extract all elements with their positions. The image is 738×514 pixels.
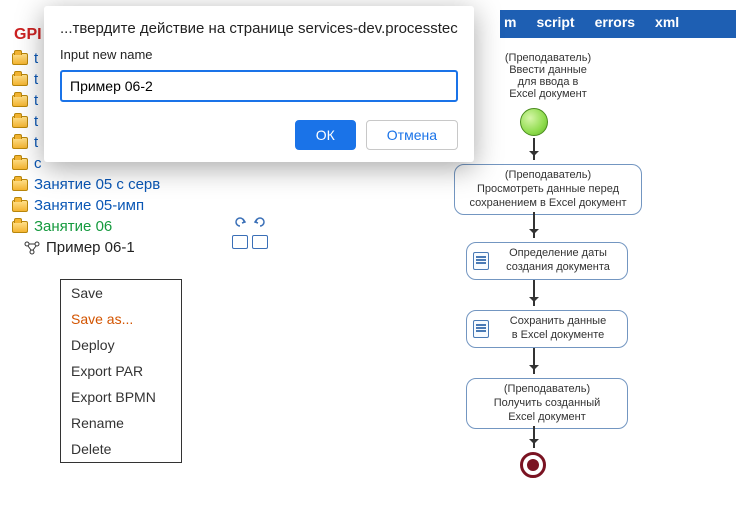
node-text: для ввода в bbox=[478, 76, 618, 88]
node-text: в Excel документе bbox=[495, 329, 621, 343]
folder-icon bbox=[12, 116, 28, 128]
role-label: (Преподаватель) bbox=[478, 52, 618, 64]
node-text: Excel документ bbox=[478, 88, 618, 100]
role-label: (Преподаватель) bbox=[473, 383, 621, 397]
ctx-save[interactable]: Save bbox=[61, 280, 181, 306]
redo-icon[interactable] bbox=[252, 215, 268, 229]
tree-item-label: Занятие 06 bbox=[34, 218, 112, 235]
ctx-export-par[interactable]: Export PAR bbox=[61, 358, 181, 384]
node-text: Получить созданный bbox=[473, 397, 621, 411]
folder-icon bbox=[12, 200, 28, 212]
context-menu: Save Save as... Deploy Export PAR Export… bbox=[60, 279, 182, 463]
tree-item-current-folder[interactable]: Занятие 06 bbox=[6, 216, 216, 237]
node-text: Ввести данные bbox=[478, 64, 618, 76]
tree-item-label: t bbox=[34, 92, 38, 109]
tree-item[interactable]: Занятие 05 с серв bbox=[6, 174, 216, 195]
dialog-buttons: ОК Отмена bbox=[60, 120, 458, 150]
node-define-date[interactable]: Определение даты создания документа bbox=[466, 242, 628, 280]
tree-item-label: t bbox=[34, 134, 38, 151]
name-input[interactable] bbox=[60, 70, 458, 102]
undo-icon[interactable] bbox=[232, 215, 248, 229]
node-text: сохранением в Excel документ bbox=[461, 197, 635, 211]
node-text: Сохранить данные bbox=[495, 315, 621, 329]
tab-xml[interactable]: xml bbox=[645, 10, 689, 38]
role-label: (Преподаватель) bbox=[461, 169, 635, 183]
list-icon[interactable] bbox=[252, 235, 268, 249]
folder-icon bbox=[12, 137, 28, 149]
dialog-label: Input new name bbox=[60, 47, 458, 62]
tab-errors[interactable]: errors bbox=[585, 10, 645, 38]
flow-arrow bbox=[533, 426, 535, 448]
tab-partial[interactable]: m bbox=[500, 10, 526, 38]
flow-arrow bbox=[533, 348, 535, 374]
tree-item[interactable]: Занятие 05-имп bbox=[6, 195, 216, 216]
flow-arrow bbox=[533, 138, 535, 160]
folder-icon bbox=[12, 158, 28, 170]
ok-button[interactable]: ОК bbox=[295, 120, 356, 150]
ctx-deploy[interactable]: Deploy bbox=[61, 332, 181, 358]
tab-script[interactable]: script bbox=[526, 10, 584, 38]
dialog-title: ...твердите действие на странице service… bbox=[60, 20, 458, 37]
node-text: Excel документ bbox=[473, 411, 621, 425]
ctx-delete[interactable]: Delete bbox=[61, 436, 181, 462]
flow-arrow bbox=[533, 280, 535, 306]
tree-item-label: Занятие 05-имп bbox=[34, 197, 144, 214]
tree-item-label: Пример 06-1 bbox=[46, 239, 135, 256]
grid-icon[interactable] bbox=[232, 235, 248, 249]
folder-icon bbox=[12, 74, 28, 86]
tree-item-label: c bbox=[34, 155, 42, 172]
folder-icon bbox=[12, 179, 28, 191]
tree-item-label: t bbox=[34, 71, 38, 88]
start-event-icon[interactable] bbox=[520, 108, 548, 136]
tree-item-process[interactable]: Пример 06-1 bbox=[6, 237, 216, 258]
script-icon bbox=[473, 320, 489, 338]
folder-icon bbox=[12, 221, 28, 233]
node-text: Просмотреть данные перед bbox=[461, 183, 635, 197]
top-tabs: m script errors xml bbox=[500, 10, 736, 38]
ctx-export-bpmn[interactable]: Export BPMN bbox=[61, 384, 181, 410]
tree-item-label: t bbox=[34, 50, 38, 67]
process-icon bbox=[24, 241, 40, 255]
node-text: Определение даты bbox=[495, 247, 621, 261]
node-save-data[interactable]: Сохранить данные в Excel документе bbox=[466, 310, 628, 348]
node-get-document[interactable]: (Преподаватель) Получить созданный Excel… bbox=[466, 378, 628, 429]
node-input-data[interactable]: (Преподаватель) Ввести данные для ввода … bbox=[478, 52, 618, 100]
flow-arrow bbox=[533, 212, 535, 238]
end-event-icon[interactable] bbox=[520, 452, 546, 478]
folder-icon bbox=[12, 95, 28, 107]
cancel-button[interactable]: Отмена bbox=[366, 120, 458, 150]
editor-tools bbox=[232, 215, 272, 255]
ctx-rename[interactable]: Rename bbox=[61, 410, 181, 436]
prompt-dialog: ...твердите действие на странице service… bbox=[44, 6, 474, 162]
script-icon bbox=[473, 252, 489, 270]
ctx-save-as[interactable]: Save as... bbox=[61, 306, 181, 332]
folder-icon bbox=[12, 53, 28, 65]
tree-item-label: t bbox=[34, 113, 38, 130]
node-text: создания документа bbox=[495, 261, 621, 275]
tree-item-label: Занятие 05 с серв bbox=[34, 176, 160, 193]
node-review-data[interactable]: (Преподаватель) Просмотреть данные перед… bbox=[454, 164, 642, 215]
